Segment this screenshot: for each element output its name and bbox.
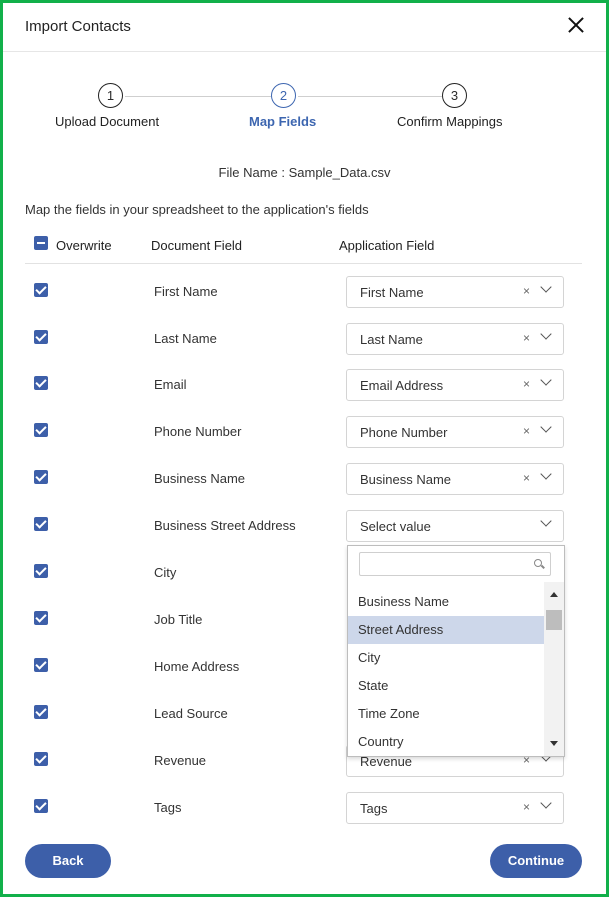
application-field-select[interactable]: Select value — [346, 510, 564, 542]
dropdown-search-input[interactable] — [364, 554, 528, 576]
overwrite-checkbox[interactable] — [34, 283, 48, 297]
overwrite-column-header: Overwrite — [56, 238, 112, 253]
application-field-select[interactable]: Business Name × — [346, 463, 564, 495]
scrollbar-thumb[interactable] — [546, 610, 562, 630]
dropdown-option[interactable]: Business Name — [348, 588, 544, 616]
document-field-label: Home Address — [154, 659, 240, 674]
application-field-select[interactable]: Phone Number × — [346, 416, 564, 448]
chevron-down-icon[interactable] — [540, 797, 552, 809]
chevron-down-icon[interactable] — [540, 515, 552, 527]
step-1-label: Upload Document — [55, 114, 160, 129]
chevron-down-icon[interactable] — [540, 374, 552, 386]
overwrite-checkbox[interactable] — [34, 752, 48, 766]
scroll-down-arrow-icon[interactable] — [550, 741, 558, 746]
overwrite-checkbox[interactable] — [34, 564, 48, 578]
application-field-dropdown[interactable]: ExtensionBusiness NameStreet AddressCity… — [347, 545, 565, 757]
overwrite-checkbox[interactable] — [34, 517, 48, 531]
dialog-header: Import Contacts — [3, 3, 606, 52]
application-field-select[interactable]: First Name × — [346, 276, 564, 308]
dropdown-option[interactable]: Country — [348, 728, 544, 756]
application-field-select[interactable]: Email Address × — [346, 369, 564, 401]
document-field-label: Business Name — [154, 471, 246, 486]
application-field-value: Last Name — [360, 332, 423, 347]
document-field-label: Tags — [154, 800, 182, 815]
header-divider — [25, 263, 582, 264]
instructions-text: Map the fields in your spreadsheet to th… — [25, 202, 369, 217]
document-field-label: Phone Number — [154, 424, 242, 439]
search-icon — [534, 559, 542, 567]
clear-icon[interactable]: × — [523, 377, 530, 391]
clear-icon[interactable]: × — [523, 284, 530, 298]
overwrite-checkbox[interactable] — [34, 470, 48, 484]
close-icon[interactable] — [566, 15, 586, 35]
application-field-value: Select value — [360, 519, 431, 534]
stepper-connector — [298, 96, 442, 97]
overwrite-checkbox[interactable] — [34, 658, 48, 672]
application-field-value: First Name — [360, 285, 424, 300]
overwrite-checkbox[interactable] — [34, 376, 48, 390]
document-field-label: City — [154, 565, 177, 580]
application-field-value: Email Address — [360, 378, 444, 393]
clear-icon[interactable]: × — [523, 424, 530, 438]
step-3-circle: 3 — [442, 83, 467, 108]
overwrite-checkbox[interactable] — [34, 330, 48, 344]
clear-icon[interactable]: × — [523, 800, 530, 814]
document-field-label: Last Name — [154, 331, 217, 346]
overwrite-checkbox[interactable] — [34, 611, 48, 625]
overwrite-all-checkbox[interactable] — [34, 236, 48, 250]
dropdown-option[interactable]: City — [348, 644, 544, 672]
dropdown-option[interactable]: State — [348, 672, 544, 700]
application-field-value: Business Name — [360, 472, 452, 487]
file-name: File Name : Sample_Data.csv — [218, 165, 391, 180]
application-field-column-header: Application Field — [339, 238, 435, 253]
chevron-down-icon[interactable] — [540, 468, 552, 480]
clear-icon[interactable]: × — [523, 471, 530, 485]
document-field-column-header: Document Field — [151, 238, 243, 253]
scroll-up-arrow-icon[interactable] — [550, 592, 558, 597]
overwrite-checkbox[interactable] — [34, 705, 48, 719]
document-field-label: Lead Source — [154, 706, 228, 721]
step-3-label: Confirm Mappings — [397, 114, 503, 129]
dropdown-scrollbar[interactable] — [544, 582, 564, 756]
dialog-title: Import Contacts — [25, 18, 131, 35]
step-2-circle: 2 — [271, 83, 296, 108]
step-1-circle: 1 — [98, 83, 123, 108]
overwrite-checkbox[interactable] — [34, 799, 48, 813]
document-field-label: First Name — [154, 284, 218, 299]
dropdown-search-box[interactable] — [359, 552, 551, 576]
back-button[interactable]: Back — [25, 844, 111, 878]
chevron-down-icon[interactable] — [540, 421, 552, 433]
chevron-down-icon[interactable] — [540, 281, 552, 293]
application-field-select[interactable]: Tags × — [346, 792, 564, 824]
document-field-label: Email — [154, 377, 187, 392]
application-field-value: Tags — [360, 801, 388, 816]
chevron-down-icon[interactable] — [540, 328, 552, 340]
clear-icon[interactable]: × — [523, 331, 530, 345]
dropdown-option[interactable]: Street Address — [348, 616, 544, 644]
document-field-label: Job Title — [154, 612, 203, 627]
import-contacts-dialog: Import Contacts 1 Upload Document 2 Map … — [0, 0, 609, 897]
overwrite-checkbox[interactable] — [34, 423, 48, 437]
application-field-select[interactable]: Last Name × — [346, 323, 564, 355]
stepper-connector — [125, 96, 271, 97]
document-field-label: Revenue — [154, 753, 207, 768]
step-2-label: Map Fields — [249, 114, 317, 129]
continue-button[interactable]: Continue — [490, 844, 582, 878]
document-field-label: Business Street Address — [154, 518, 296, 533]
dropdown-option[interactable]: Time Zone — [348, 700, 544, 728]
application-field-value: Phone Number — [360, 425, 448, 440]
dropdown-options: ExtensionBusiness NameStreet AddressCity… — [348, 582, 544, 756]
